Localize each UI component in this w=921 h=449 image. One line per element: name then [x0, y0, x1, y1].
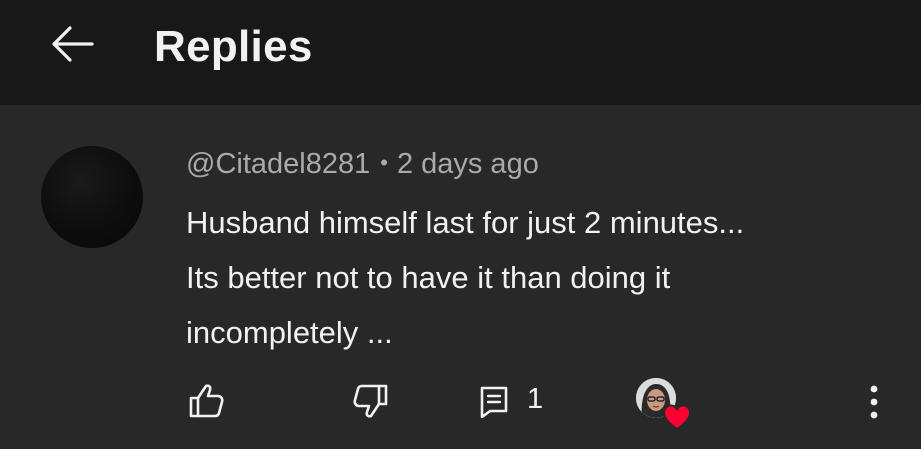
commenter-avatar[interactable] [41, 146, 143, 248]
reply-button[interactable] [470, 377, 518, 425]
creator-heart-badge [636, 378, 692, 434]
comment-body: Husband himself last for just 2 minutes.… [186, 195, 886, 360]
back-button[interactable] [40, 20, 104, 68]
comment-line: Its better not to have it than doing it [186, 260, 671, 295]
app-header: Replies [0, 0, 921, 105]
thumb-down-icon [353, 384, 388, 418]
page-title: Replies [154, 22, 313, 71]
arrow-left-icon [52, 26, 94, 62]
comment-timestamp[interactable]: 2 days ago [397, 148, 539, 180]
comment-meta: @Citadel8281 • 2 days ago [186, 145, 539, 185]
meta-separator: • [380, 150, 388, 175]
reply-count[interactable]: 1 [527, 379, 543, 419]
comment-line: incompletely ... [186, 315, 393, 350]
more-options-button[interactable] [852, 375, 896, 429]
thumb-up-icon [189, 384, 224, 418]
comment-item: @Citadel8281 • 2 days ago Husband himself … [0, 105, 921, 449]
reply-comment-icon [480, 386, 508, 418]
comment-line: Husband himself last for just 2 minutes.… [186, 205, 745, 240]
like-button[interactable] [180, 375, 232, 427]
dislike-button[interactable] [345, 375, 397, 427]
heart-icon [662, 404, 692, 431]
more-vert-icon [870, 385, 878, 419]
comment-author[interactable]: @Citadel8281 [186, 148, 370, 180]
